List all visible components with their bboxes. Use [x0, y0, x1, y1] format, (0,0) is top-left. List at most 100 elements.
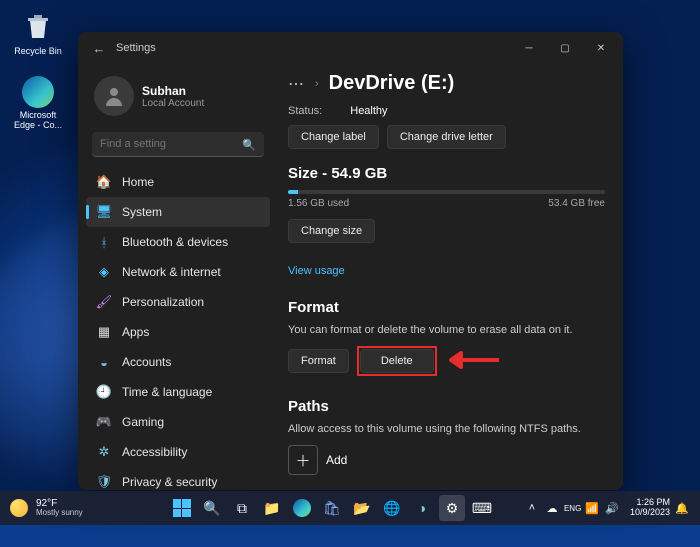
close-button[interactable]: ✕ [583, 34, 619, 62]
sidebar-item-apps[interactable]: ▦ Apps [86, 317, 270, 347]
chevron-right-icon: › [315, 78, 319, 90]
breadcrumb: ⋯ › DevDrive (E:) [288, 72, 605, 95]
breadcrumb-more-icon[interactable]: ⋯ [288, 74, 305, 94]
sidebar-item-accessibility[interactable]: ✲ Accessibility [86, 437, 270, 467]
search-input[interactable] [92, 132, 264, 157]
task-view-icon[interactable]: ⧉ [229, 495, 255, 521]
sidebar-item-home[interactable]: 🏠 Home [86, 167, 270, 197]
sidebar-item-system[interactable]: 🖥 System [86, 197, 270, 227]
taskbar-edge-icon[interactable] [289, 495, 315, 521]
sidebar-item-label: Time & language [122, 385, 212, 399]
tray-volume-icon[interactable]: 🔊 [604, 502, 620, 515]
sidebar-item-label: Home [122, 175, 154, 189]
user-block[interactable]: Subhan Local Account [86, 70, 270, 128]
sidebar-item-personalization[interactable]: 🖌 Personalization [86, 287, 270, 317]
view-usage-link[interactable]: View usage [288, 265, 345, 277]
home-icon: 🏠 [96, 174, 112, 190]
settings-window: ← Settings ─ ▢ ✕ Subhan Local Account 🔍 … [78, 32, 623, 490]
sidebar-item-label: Accounts [122, 355, 171, 369]
add-path-button[interactable]: ＋ [288, 445, 318, 475]
recycle-bin-icon [20, 8, 56, 44]
sidebar-item-label: Privacy & security [122, 475, 217, 489]
clock-date: 10/9/2023 [630, 508, 670, 518]
apps-icon: ▦ [96, 324, 112, 340]
system-tray: ˄ ☁ ENG 📶 🔊 1:26 PM 10/9/2023 🔔 [524, 498, 700, 518]
personalization-icon: 🖌 [96, 294, 112, 310]
paths-heading: Paths [288, 398, 605, 415]
weather-desc: Mostly sunny [36, 509, 83, 517]
format-button[interactable]: Format [288, 349, 349, 373]
main-panel: ⋯ › DevDrive (E:) Status: Healthy Change… [278, 64, 623, 490]
taskbar-center: 🔍 ⧉ 📁 🛍 📂 🌐 ◑ ⚙ ⌨ [140, 495, 524, 521]
paths-description: Allow access to this volume using the fo… [288, 423, 605, 435]
accessibility-icon: ✲ [96, 444, 112, 460]
sidebar-item-label: Apps [122, 325, 149, 339]
search-wrap: 🔍 [92, 132, 264, 157]
sidebar-item-bluetooth[interactable]: ᚼ Bluetooth & devices [86, 227, 270, 257]
taskbar: 92°F Mostly sunny 🔍 ⧉ 📁 🛍 📂 🌐 ◑ ⚙ ⌨ ˄ ☁ … [0, 491, 700, 525]
format-description: You can format or delete the volume to e… [288, 324, 605, 336]
sidebar-item-label: Accessibility [122, 445, 187, 459]
callout-highlight: Delete [357, 346, 437, 376]
size-heading: Size - 54.9 GB [288, 165, 605, 182]
system-icon: 🖥 [96, 204, 112, 220]
tray-chevron-icon[interactable]: ˄ [524, 502, 540, 514]
sidebar-item-label: Network & internet [122, 265, 221, 279]
desktop-icon-edge[interactable]: Microsoft Edge - Co... [8, 76, 68, 130]
sidebar-item-gaming[interactable]: 🎮 Gaming [86, 407, 270, 437]
minimize-button[interactable]: ─ [511, 34, 547, 62]
network-icon: ◈ [96, 264, 112, 280]
bluetooth-icon: ᚼ [96, 234, 112, 250]
sidebar-item-label: System [122, 205, 162, 219]
desktop-icon-label: Microsoft Edge - Co... [8, 110, 68, 130]
accounts-icon: ◒ [96, 354, 112, 370]
taskbar-chrome-icon[interactable]: 🌐 [379, 495, 405, 521]
start-button[interactable] [169, 495, 195, 521]
sidebar-item-time[interactable]: 🕘 Time & language [86, 377, 270, 407]
tray-notifications-icon[interactable]: 🔔 [674, 502, 690, 515]
user-name: Subhan [142, 84, 204, 98]
edge-icon [22, 76, 54, 108]
taskbar-app-icon[interactable]: ◑ [409, 495, 435, 521]
taskbar-explorer2-icon[interactable]: 📂 [349, 495, 375, 521]
status-label: Status: [288, 105, 322, 117]
sidebar: Subhan Local Account 🔍 🏠 Home 🖥 System ᚼ Blue… [78, 64, 278, 490]
titlebar: ← Settings ─ ▢ ✕ [78, 32, 623, 64]
avatar [94, 76, 134, 116]
sidebar-item-accounts[interactable]: ◒ Accounts [86, 347, 270, 377]
change-label-button[interactable]: Change label [288, 125, 379, 149]
tray-network-icon[interactable]: 📶 [584, 502, 600, 515]
back-button[interactable]: ← [90, 41, 108, 56]
user-account-type: Local Account [142, 98, 204, 109]
tray-onedrive-icon[interactable]: ☁ [544, 502, 560, 515]
taskbar-store-icon[interactable]: 🛍 [319, 495, 345, 521]
status-value: Healthy [350, 105, 387, 117]
desktop-icon-recycle-bin[interactable]: Recycle Bin [8, 8, 68, 56]
weather-icon [10, 499, 28, 517]
time-icon: 🕘 [96, 384, 112, 400]
delete-button[interactable]: Delete [360, 349, 434, 373]
taskbar-clock[interactable]: 1:26 PM 10/9/2023 [630, 498, 670, 518]
window-title: Settings [116, 42, 156, 54]
page-title: DevDrive (E:) [329, 72, 455, 95]
format-heading: Format [288, 299, 605, 316]
sidebar-item-label: Bluetooth & devices [122, 235, 228, 249]
tray-language-icon[interactable]: ENG [564, 504, 580, 513]
change-size-button[interactable]: Change size [288, 219, 375, 243]
maximize-button[interactable]: ▢ [547, 34, 583, 62]
taskbar-settings-icon[interactable]: ⚙ [439, 495, 465, 521]
sidebar-item-network[interactable]: ◈ Network & internet [86, 257, 270, 287]
size-free: 53.4 GB free [548, 198, 605, 209]
change-drive-letter-button[interactable]: Change drive letter [387, 125, 506, 149]
taskbar-explorer-icon[interactable]: 📁 [259, 495, 285, 521]
callout-arrow-icon [449, 351, 499, 372]
taskbar-terminal-icon[interactable]: ⌨ [469, 495, 495, 521]
gaming-icon: 🎮 [96, 414, 112, 430]
taskbar-search-icon[interactable]: 🔍 [199, 495, 225, 521]
status-row: Status: Healthy [288, 105, 605, 117]
sidebar-item-label: Personalization [122, 295, 204, 309]
sidebar-item-label: Gaming [122, 415, 164, 429]
sidebar-item-privacy[interactable]: 🛡Privacy & security [86, 467, 270, 490]
taskbar-weather[interactable]: 92°F Mostly sunny [0, 499, 140, 517]
size-usage-bar [288, 190, 605, 194]
